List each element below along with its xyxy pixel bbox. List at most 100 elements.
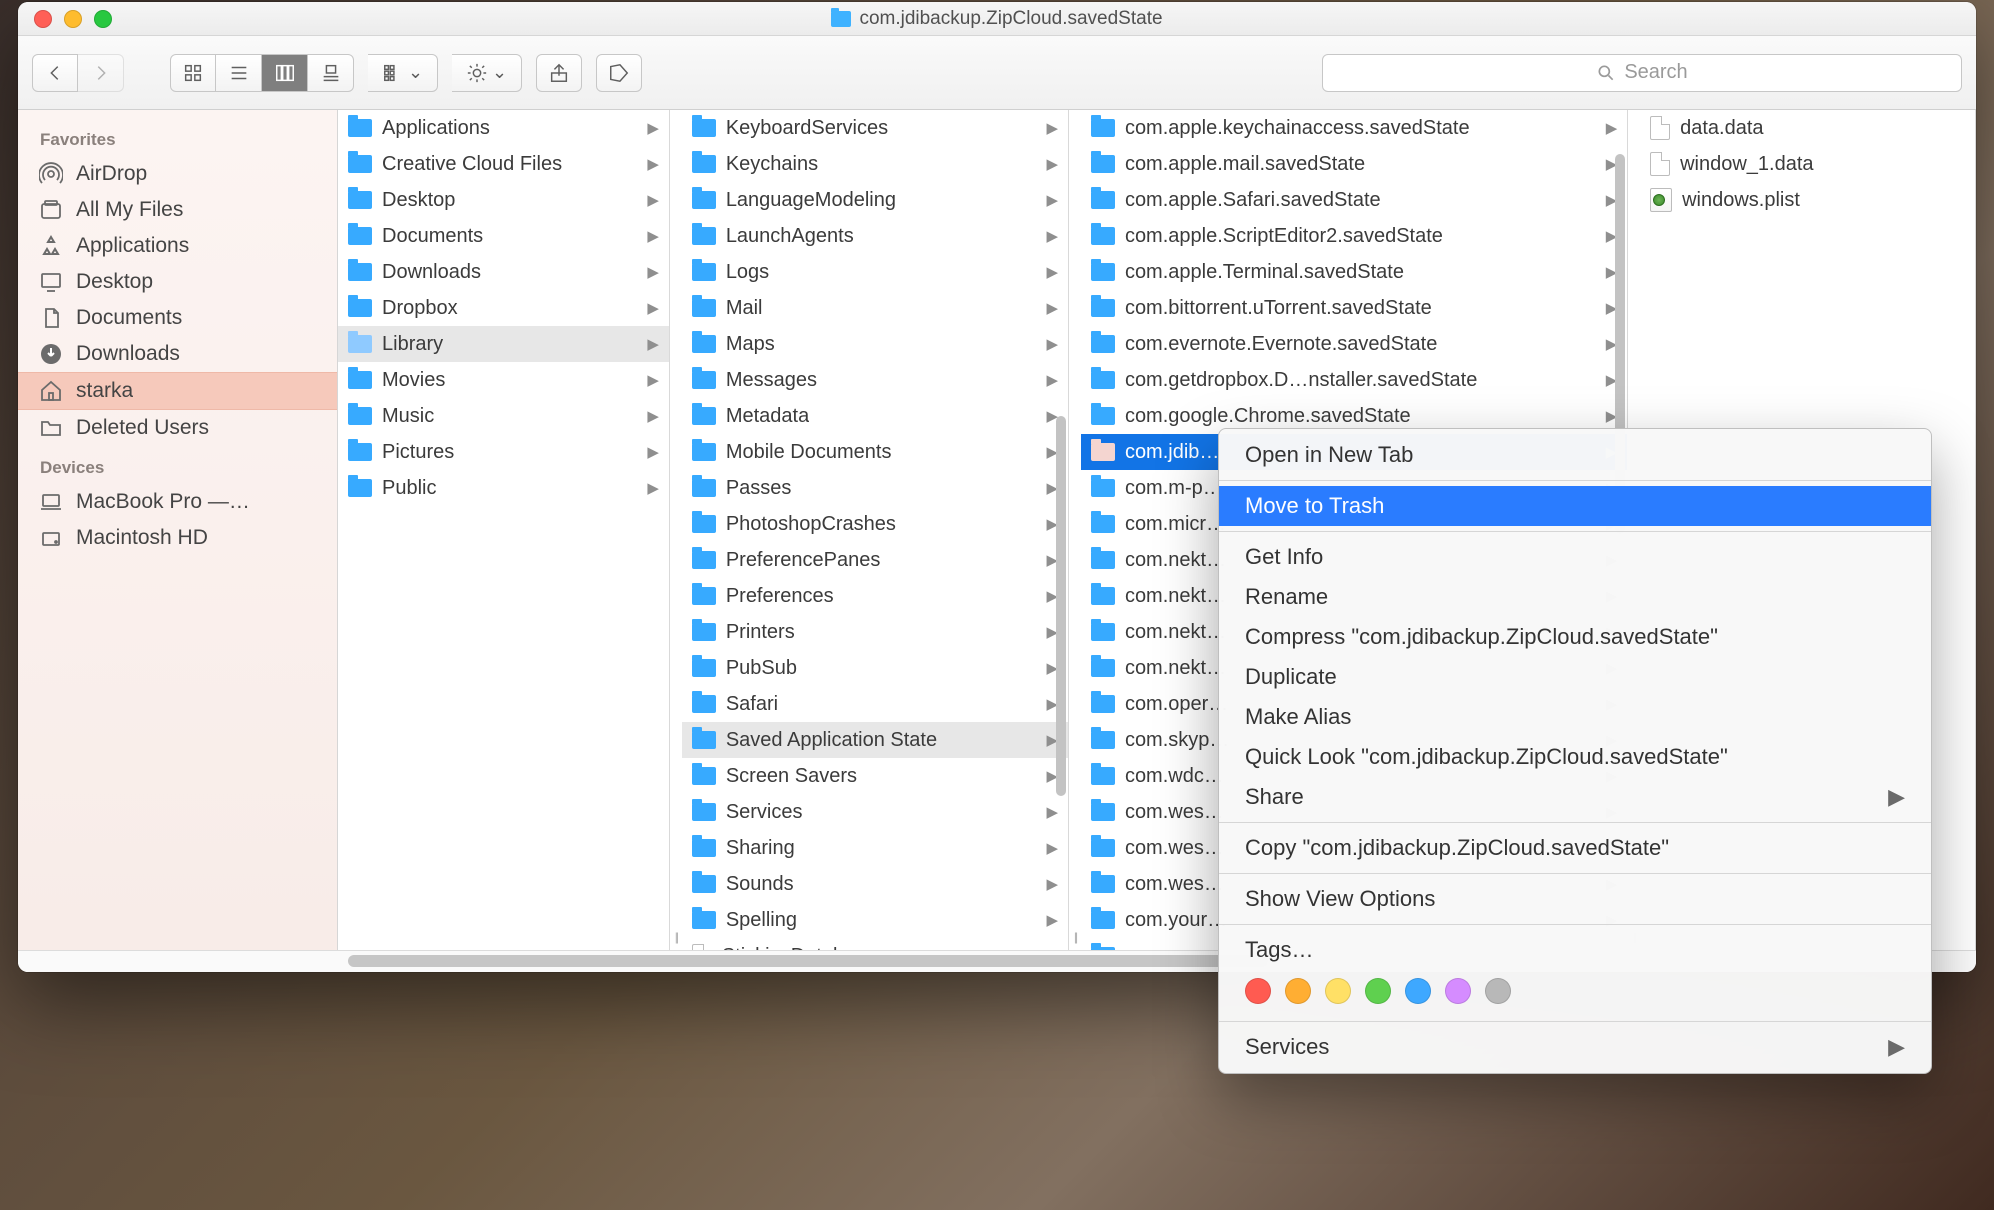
file-row[interactable]: Services▶ (682, 794, 1068, 830)
menu-item[interactable]: Get Info (1219, 537, 1931, 577)
forward-button[interactable] (78, 54, 124, 92)
column-resize-handle[interactable]: || (1069, 110, 1081, 950)
column-resize-handle[interactable]: || (670, 110, 682, 950)
tag-dot[interactable] (1365, 978, 1391, 1004)
icon-view-button[interactable] (170, 54, 216, 92)
file-row[interactable]: com.bittorrent.uTorrent.savedState▶ (1081, 290, 1627, 326)
file-row[interactable]: window_1.data (1640, 146, 1975, 182)
scrollbar-thumb[interactable] (348, 955, 1268, 967)
back-button[interactable] (32, 54, 78, 92)
file-row[interactable]: com.apple.Terminal.savedState▶ (1081, 254, 1627, 290)
menu-item[interactable]: Move to Trash (1219, 486, 1931, 526)
file-row[interactable]: Logs▶ (682, 254, 1068, 290)
file-row[interactable]: com.evernote.Evernote.savedState▶ (1081, 326, 1627, 362)
menu-item[interactable]: Quick Look "com.jdibackup.ZipCloud.saved… (1219, 737, 1931, 777)
sidebar-heading: Favorites (18, 118, 337, 156)
file-row[interactable]: Documents▶ (338, 218, 669, 254)
folder-icon (692, 695, 716, 713)
menu-item[interactable]: Make Alias (1219, 697, 1931, 737)
file-row[interactable]: Safari▶ (682, 686, 1068, 722)
file-row[interactable]: Keychains▶ (682, 146, 1068, 182)
sidebar-item-all-my-files[interactable]: All My Files (18, 192, 337, 228)
close-icon[interactable] (34, 10, 52, 28)
menu-item[interactable]: Show View Options (1219, 879, 1931, 919)
file-row[interactable]: Messages▶ (682, 362, 1068, 398)
menu-item[interactable]: Open in New Tab (1219, 435, 1931, 475)
file-row[interactable]: com.apple.Safari.savedState▶ (1081, 182, 1627, 218)
file-row[interactable]: PubSub▶ (682, 650, 1068, 686)
tag-dot[interactable] (1285, 978, 1311, 1004)
sidebar-item-desktop[interactable]: Desktop (18, 264, 337, 300)
file-row[interactable]: Downloads▶ (338, 254, 669, 290)
tags-button[interactable] (596, 54, 642, 92)
file-row[interactable]: com.apple.ScriptEditor2.savedState▶ (1081, 218, 1627, 254)
file-row[interactable]: com.apple.keychainaccess.savedState▶ (1081, 110, 1627, 146)
menu-item[interactable]: Rename (1219, 577, 1931, 617)
zoom-icon[interactable] (94, 10, 112, 28)
sidebar-item-deleted-users[interactable]: Deleted Users (18, 410, 337, 446)
file-row[interactable]: Saved Application State▶ (682, 722, 1068, 758)
file-row[interactable]: LaunchAgents▶ (682, 218, 1068, 254)
sidebar-item-macintosh-hd[interactable]: Macintosh HD (18, 520, 337, 556)
file-row[interactable]: Creative Cloud Files▶ (338, 146, 669, 182)
file-row[interactable]: Spelling▶ (682, 902, 1068, 938)
file-label: com.skyp… (1125, 729, 1229, 752)
file-row[interactable]: Sounds▶ (682, 866, 1068, 902)
file-row[interactable]: com.getdropbox.D…nstaller.savedState▶ (1081, 362, 1627, 398)
file-row[interactable]: PhotoshopCrashes▶ (682, 506, 1068, 542)
folder-icon (692, 443, 716, 461)
share-button[interactable] (536, 54, 582, 92)
file-row[interactable]: windows.plist (1640, 182, 1975, 218)
menu-item[interactable]: Compress "com.jdibackup.ZipCloud.savedSt… (1219, 617, 1931, 657)
file-row[interactable]: Mobile Documents▶ (682, 434, 1068, 470)
tag-dot[interactable] (1245, 978, 1271, 1004)
file-row[interactable]: com.apple.mail.savedState▶ (1081, 146, 1627, 182)
file-row[interactable]: StickiesDatabase (682, 938, 1068, 950)
menu-item[interactable]: Services▶ (1219, 1027, 1931, 1067)
file-row[interactable]: Printers▶ (682, 614, 1068, 650)
action-button[interactable]: ⌄ (452, 54, 522, 92)
file-row[interactable]: Preferences▶ (682, 578, 1068, 614)
file-row[interactable]: Movies▶ (338, 362, 669, 398)
vertical-scrollbar[interactable] (1056, 416, 1066, 796)
file-row[interactable]: Mail▶ (682, 290, 1068, 326)
file-row[interactable]: Passes▶ (682, 470, 1068, 506)
minimize-icon[interactable] (64, 10, 82, 28)
file-row[interactable]: Dropbox▶ (338, 290, 669, 326)
sidebar-item-macbook-pro-[interactable]: MacBook Pro —… (18, 484, 337, 520)
file-row[interactable]: KeyboardServices▶ (682, 110, 1068, 146)
file-row[interactable]: PreferencePanes▶ (682, 542, 1068, 578)
column-view-button[interactable] (262, 54, 308, 92)
arrange-button[interactable]: ⌄ (368, 54, 438, 92)
file-row[interactable]: Library▶ (338, 326, 669, 362)
tag-dot[interactable] (1405, 978, 1431, 1004)
menu-item-label: Get Info (1245, 544, 1323, 570)
file-row[interactable]: Desktop▶ (338, 182, 669, 218)
file-row[interactable]: Applications▶ (338, 110, 669, 146)
sidebar-item-airdrop[interactable]: AirDrop (18, 156, 337, 192)
menu-item[interactable]: Copy "com.jdibackup.ZipCloud.savedState" (1219, 828, 1931, 868)
file-row[interactable]: Maps▶ (682, 326, 1068, 362)
folder-icon (692, 479, 716, 497)
menu-item[interactable]: Duplicate (1219, 657, 1931, 697)
file-row[interactable]: Sharing▶ (682, 830, 1068, 866)
list-view-button[interactable] (216, 54, 262, 92)
file-row[interactable]: Pictures▶ (338, 434, 669, 470)
menu-item[interactable]: Share▶ (1219, 777, 1931, 817)
file-row[interactable]: Public▶ (338, 470, 669, 506)
tag-dot[interactable] (1485, 978, 1511, 1004)
file-row[interactable]: Metadata▶ (682, 398, 1068, 434)
sidebar-item-documents[interactable]: Documents (18, 300, 337, 336)
sidebar-item-applications[interactable]: Applications (18, 228, 337, 264)
sidebar-item-downloads[interactable]: Downloads (18, 336, 337, 372)
file-row[interactable]: data.data (1640, 110, 1975, 146)
menu-item[interactable]: Tags… (1219, 930, 1931, 970)
sidebar-item-starka[interactable]: starka (18, 372, 337, 410)
file-row[interactable]: Screen Savers▶ (682, 758, 1068, 794)
search-input[interactable]: Search (1322, 54, 1962, 92)
tag-dot[interactable] (1325, 978, 1351, 1004)
coverflow-view-button[interactable] (308, 54, 354, 92)
file-row[interactable]: Music▶ (338, 398, 669, 434)
file-row[interactable]: LanguageModeling▶ (682, 182, 1068, 218)
tag-dot[interactable] (1445, 978, 1471, 1004)
